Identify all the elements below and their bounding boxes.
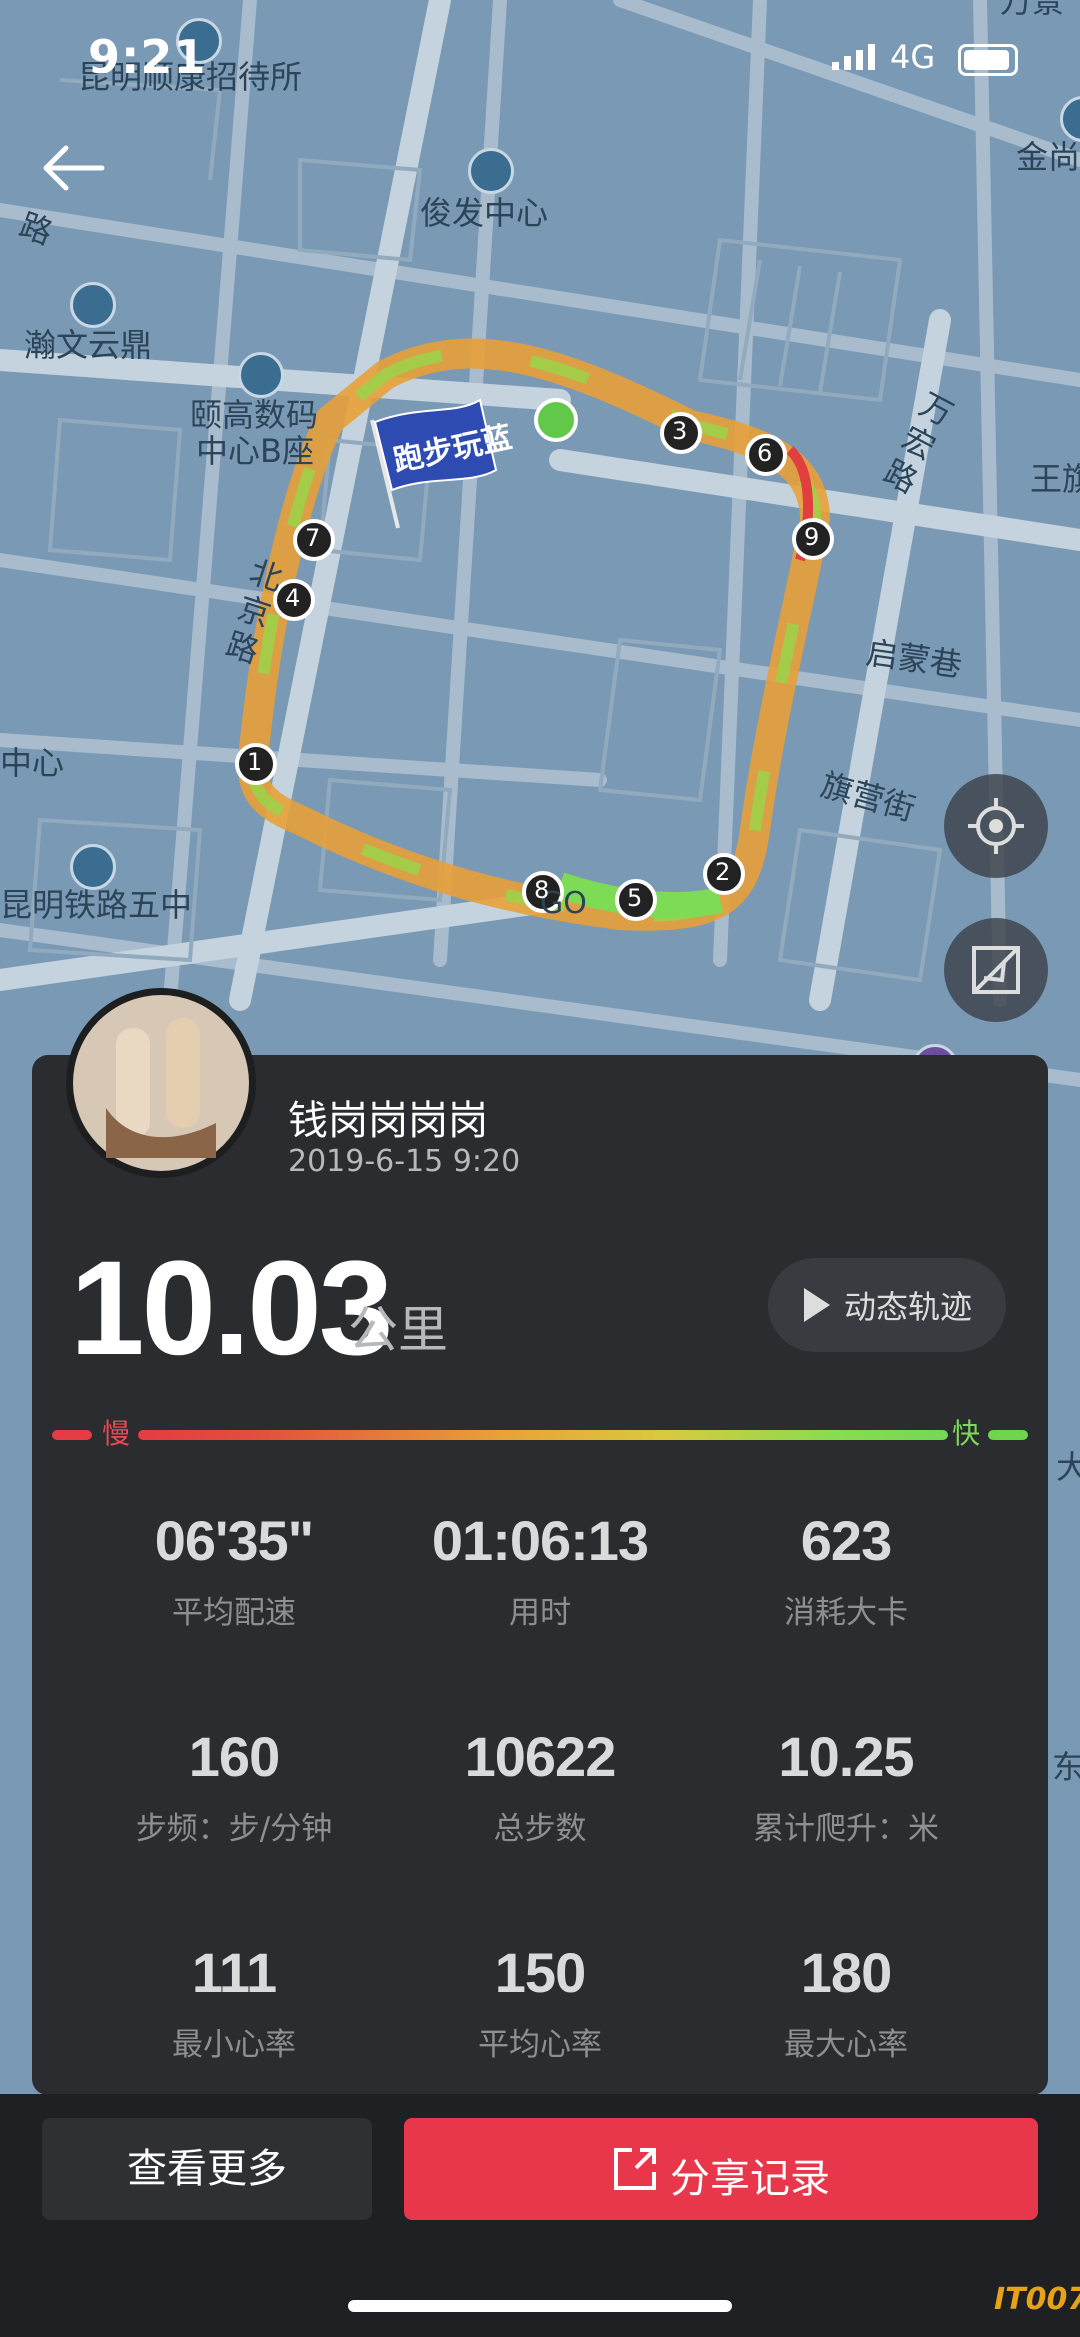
stat-cadence: 160 步频：步/分钟: [84, 1724, 384, 1848]
poi-icon-yigao: [238, 352, 284, 398]
battery-icon: [958, 44, 1018, 76]
map-label-junfa: 俊发中心: [420, 194, 549, 232]
map-label-railway-school: 昆明铁路五中: [0, 886, 193, 924]
map-start-go: [534, 398, 578, 442]
stat-value: 111: [191, 1941, 277, 2004]
avatar[interactable]: [66, 988, 256, 1178]
stat-value: 180: [800, 1941, 892, 2004]
stat-value: 01:06:13: [431, 1509, 649, 1572]
route-marker-3: 3: [672, 417, 688, 445]
share-record-button[interactable]: 分享记录: [404, 2118, 1038, 2220]
stat-value: 150: [494, 1941, 586, 2004]
map-label-hanwen: 瀚文云鼎: [24, 326, 153, 364]
pace-slow-label: 慢: [102, 1417, 131, 1450]
stat-label: 累计爬升：米: [753, 1811, 939, 1847]
home-indicator[interactable]: [348, 2300, 732, 2312]
stat-label: 平均配速: [172, 1595, 296, 1631]
map-label-da: 大: [1056, 1448, 1080, 1486]
route-marker-8: 8: [534, 876, 550, 904]
route-marker-6: 6: [757, 439, 773, 467]
stat-min-heart-rate: 111 最小心率: [84, 1940, 384, 2064]
status-time: 9:21: [88, 30, 207, 84]
route-marker-5: 5: [627, 884, 643, 912]
poi-icon-school: [70, 844, 116, 890]
map-label-center: 中心: [0, 744, 65, 782]
locate-icon: [968, 798, 1024, 854]
route-marker-1: 1: [247, 748, 263, 776]
stat-label: 用时: [509, 1595, 571, 1631]
poi-icon-hanwen: [70, 282, 116, 328]
stat-avg-pace: 06'35" 平均配速: [84, 1508, 384, 1632]
map-label-dong: 东: [1052, 1748, 1080, 1786]
stat-label: 最小心率: [172, 2027, 296, 2063]
stat-value: 10.25: [778, 1725, 914, 1788]
route-marker-4: 4: [285, 584, 301, 612]
run-datetime: 2019-6-15 9:20: [288, 1144, 521, 1179]
distance-value: 10.03: [70, 1234, 393, 1383]
watermark: IT007: [994, 2282, 1080, 2317]
network-label: 4G: [890, 38, 936, 76]
map-label-wanjing: 万景: [1000, 0, 1065, 20]
view-more-button[interactable]: 查看更多: [42, 2118, 372, 2220]
route-marker-7: 7: [305, 524, 321, 552]
pace-fast-label: 快: [952, 1417, 981, 1450]
stat-avg-heart-rate: 150 平均心率: [390, 1940, 690, 2064]
stat-value: 06'35": [154, 1509, 314, 1572]
stat-value: 10622: [464, 1725, 617, 1788]
share-record-label: 分享记录: [670, 2156, 830, 2202]
locate-button[interactable]: [944, 774, 1048, 878]
stat-label: 步频：步/分钟: [135, 1811, 333, 1847]
stat-value: 160: [188, 1725, 280, 1788]
stat-max-heart-rate: 180 最大心率: [696, 1940, 996, 2064]
play-icon: [804, 1288, 830, 1322]
stat-total-steps: 10622 总步数: [390, 1724, 690, 1848]
stat-label: 平均心率: [478, 2027, 602, 2063]
user-name: 钱岗岗岗岗: [288, 1098, 488, 1144]
route-marker-2: 2: [715, 858, 731, 886]
poi-icon-junfa: [468, 148, 514, 194]
back-arrow-icon[interactable]: [38, 138, 108, 198]
dynamic-track-label: 动态轨迹: [844, 1288, 973, 1326]
map-label-jinshang: 金尚: [1016, 138, 1080, 176]
stat-label: 消耗大卡: [784, 1595, 908, 1631]
share-icon: [614, 2148, 656, 2190]
pace-fast-cap: [988, 1430, 1028, 1440]
stat-duration: 01:06:13 用时: [390, 1508, 690, 1632]
route-marker-9: 9: [804, 523, 820, 551]
stat-label: 总步数: [493, 1811, 587, 1847]
stat-calories: 623 消耗大卡: [696, 1508, 996, 1632]
map-layer-icon: [972, 946, 1020, 994]
pace-gradient-bar: [138, 1430, 948, 1440]
pace-legend: 慢 快: [52, 1417, 1028, 1450]
signal-icon: [832, 44, 875, 70]
dynamic-track-button[interactable]: 动态轨迹: [768, 1258, 1006, 1352]
distance-unit: 公里: [348, 1301, 448, 1359]
stat-value: 623: [800, 1509, 892, 1572]
stat-label: 最大心率: [784, 2027, 908, 2063]
map-label-yigao-b: 中心B座: [196, 432, 314, 470]
stat-elevation-gain: 10.25 累计爬升：米: [696, 1724, 996, 1848]
pace-slow-cap: [52, 1430, 92, 1440]
status-bar: 9:21 4G: [0, 30, 1080, 90]
map-label-wangqi: 王旗: [1030, 460, 1080, 498]
map-label-yigao: 颐高数码: [190, 396, 319, 434]
map-style-button[interactable]: [944, 918, 1048, 1022]
